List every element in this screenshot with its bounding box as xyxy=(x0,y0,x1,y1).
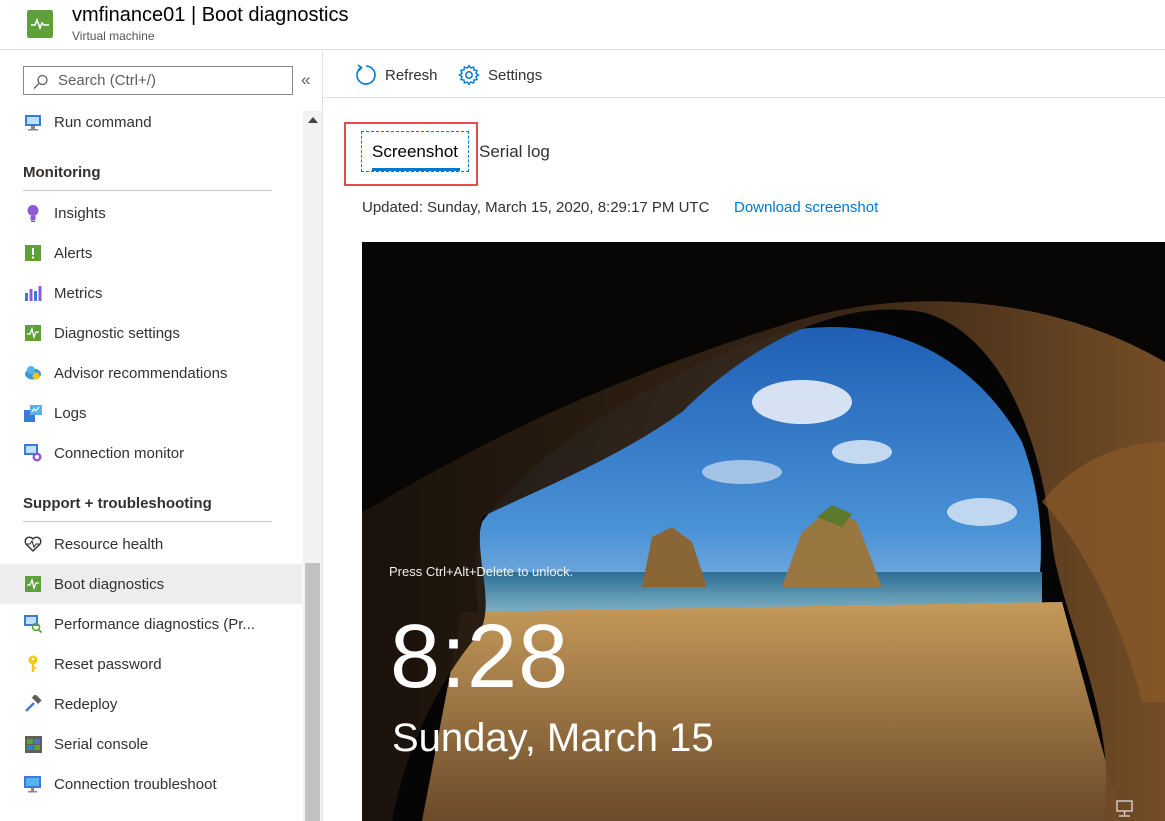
sidebar-item-redeploy[interactable]: Redeploy xyxy=(0,684,302,724)
refresh-icon xyxy=(356,64,376,85)
sidebar-item-alerts[interactable]: Alerts xyxy=(0,233,302,273)
insights-icon xyxy=(23,203,43,223)
connection-monitor-icon xyxy=(23,443,43,463)
troubleshoot-icon xyxy=(23,774,43,794)
search-input[interactable] xyxy=(58,70,288,91)
tab-serial-log[interactable]: Serial log xyxy=(479,142,550,162)
page-title: vmfinance01 | Boot diagnostics xyxy=(72,4,349,26)
sidebar-item-reset-password[interactable]: Reset password xyxy=(0,644,302,684)
sidebar-item-run-command[interactable]: Run command xyxy=(0,102,302,142)
lockscreen-unlock-message: Press Ctrl+Alt+Delete to unlock. xyxy=(389,564,574,579)
updated-timestamp: Updated: Sunday, March 15, 2020, 8:29:17… xyxy=(362,199,710,216)
network-icon xyxy=(1116,800,1133,817)
sidebar-scrollbar[interactable] xyxy=(303,111,322,821)
alerts-icon xyxy=(23,243,43,263)
hammer-icon xyxy=(23,694,43,714)
download-screenshot-link[interactable]: Download screenshot xyxy=(734,199,878,216)
sidebar-item-resource-health[interactable]: Resource health xyxy=(0,524,302,564)
settings-button[interactable]: Settings xyxy=(458,64,542,86)
boot-diagnostics-icon xyxy=(23,574,43,594)
sidebar-item-performance-diagnostics[interactable]: Performance diagnostics (Pr... xyxy=(0,604,302,644)
sidebar-item-advisor-recommendations[interactable]: Advisor recommendations xyxy=(0,353,302,393)
lockscreen-time: 8:28 xyxy=(390,607,570,707)
sidebar-item-connection-troubleshoot[interactable]: Connection troubleshoot xyxy=(0,764,302,804)
key-icon xyxy=(23,654,43,674)
sidebar: « Run command Monitoring Insights Alerts… xyxy=(0,51,323,821)
refresh-button[interactable]: Refresh xyxy=(355,64,438,86)
run-command-icon xyxy=(23,112,43,132)
page-subtitle: Virtual machine xyxy=(72,29,155,43)
scroll-up-arrow-icon[interactable] xyxy=(308,117,318,123)
logs-icon xyxy=(23,403,43,423)
search-box[interactable] xyxy=(23,66,293,95)
metrics-icon xyxy=(23,283,43,303)
sidebar-item-metrics[interactable]: Metrics xyxy=(0,273,302,313)
virtual-machine-icon xyxy=(27,10,53,38)
gear-icon xyxy=(458,64,480,86)
sidebar-item-insights[interactable]: Insights xyxy=(0,193,302,233)
vm-screenshot-image: Press Ctrl+Alt+Delete to unlock. 8:28 Su… xyxy=(362,242,1165,821)
search-icon xyxy=(33,74,48,89)
tab-strip: Screenshot Serial log xyxy=(324,98,1165,198)
section-support-troubleshooting: Support + troubleshooting xyxy=(23,495,272,522)
scrollbar-thumb[interactable] xyxy=(305,563,320,821)
heart-icon xyxy=(23,534,43,554)
sidebar-item-connection-monitor[interactable]: Connection monitor xyxy=(0,433,302,473)
diagnostic-settings-icon xyxy=(23,323,43,343)
serial-console-icon xyxy=(23,734,43,754)
sidebar-item-logs[interactable]: Logs xyxy=(0,393,302,433)
active-tab-indicator xyxy=(372,168,460,171)
sidebar-item-diagnostic-settings[interactable]: Diagnostic settings xyxy=(0,313,302,353)
lockscreen-date: Sunday, March 15 xyxy=(392,716,714,760)
page-header: vmfinance01 | Boot diagnostics Virtual m… xyxy=(0,0,1165,50)
performance-icon xyxy=(23,614,43,634)
command-bar: Refresh Settings xyxy=(324,51,1165,98)
section-monitoring: Monitoring xyxy=(23,164,272,191)
collapse-sidebar-button[interactable]: « xyxy=(301,70,310,90)
tab-screenshot[interactable]: Screenshot xyxy=(372,142,458,162)
sidebar-item-boot-diagnostics[interactable]: Boot diagnostics xyxy=(0,564,302,604)
sidebar-item-serial-console[interactable]: Serial console xyxy=(0,724,302,764)
advisor-icon xyxy=(23,363,43,383)
